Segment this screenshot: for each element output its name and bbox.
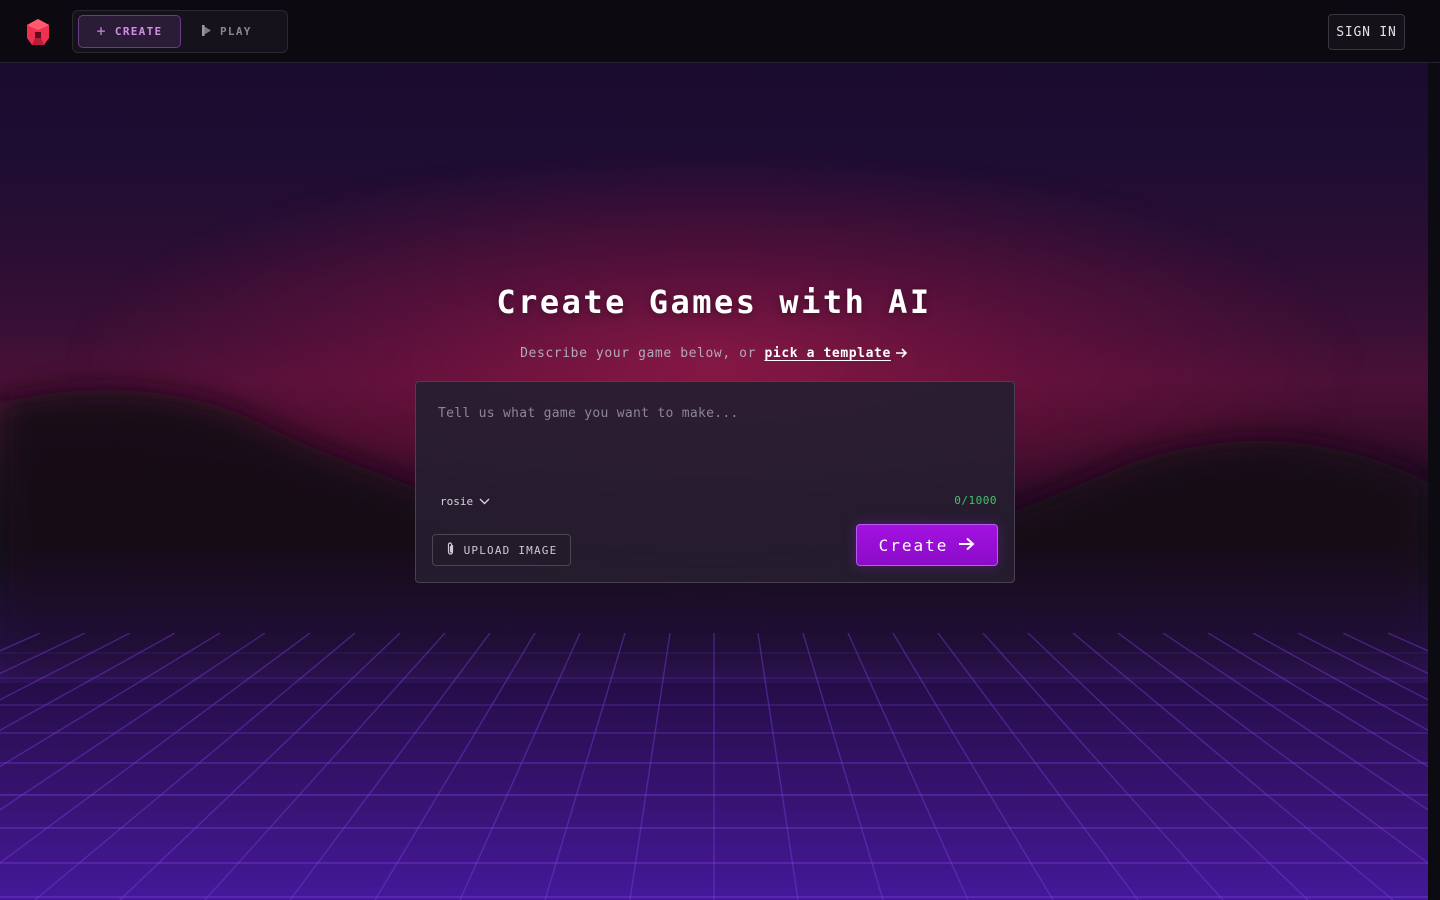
mode-switcher: + CREATE PLAY — [72, 10, 288, 53]
sign-in-button[interactable]: SIGN IN — [1328, 14, 1405, 50]
game-prompt-input[interactable] — [438, 406, 994, 466]
upload-image-button[interactable]: UPLOAD IMAGE — [432, 534, 571, 566]
model-selector-value: rosie — [440, 494, 474, 508]
brand-logo-icon[interactable] — [24, 18, 52, 46]
subtitle-text: Describe your game below, or — [520, 346, 757, 361]
pick-template-link[interactable]: pick a template — [764, 346, 890, 361]
plus-icon: + — [96, 22, 107, 40]
tab-play-label: PLAY — [220, 25, 252, 38]
character-counter: 0/1000 — [954, 494, 997, 507]
arrow-right-icon — [958, 536, 975, 555]
chevron-down-icon — [479, 495, 490, 508]
tab-play[interactable]: PLAY — [201, 15, 271, 48]
model-selector[interactable]: rosie — [440, 493, 490, 509]
create-game-label: Create — [878, 535, 949, 555]
tab-create[interactable]: + CREATE — [78, 15, 181, 48]
page-subtitle: Describe your game below, or pick a temp… — [0, 346, 1428, 363]
page-scrollbar[interactable] — [1428, 63, 1440, 900]
arrow-right-icon[interactable] — [895, 347, 908, 363]
perspective-grid — [0, 633, 1428, 900]
paperclip-icon — [446, 541, 455, 559]
create-game-button[interactable]: Create — [856, 524, 998, 566]
play-icon — [201, 24, 212, 40]
upload-image-label: UPLOAD IMAGE — [463, 543, 558, 557]
tab-create-label: CREATE — [114, 25, 163, 38]
top-nav-bar: + CREATE PLAY SIGN IN — [0, 0, 1440, 63]
prompt-card: rosie 0/1000 UPLOAD IMAGE Create — [415, 381, 1015, 583]
page-title: Create Games with AI — [496, 283, 932, 321]
